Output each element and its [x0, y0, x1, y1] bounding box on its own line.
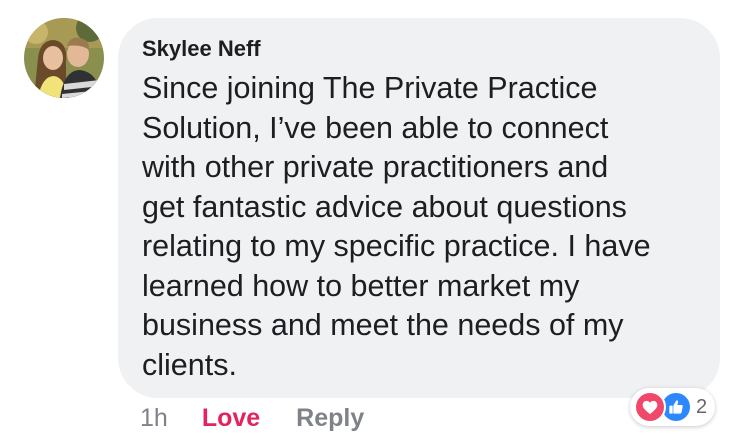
timestamp[interactable]: 1h	[140, 404, 168, 433]
avatar[interactable]	[24, 18, 104, 98]
comment-actions: 1h Love Reply	[140, 400, 364, 436]
reply-button[interactable]: Reply	[296, 404, 364, 433]
love-reaction-button[interactable]: Love	[202, 404, 260, 433]
profile-photo	[24, 18, 104, 98]
comment-text: Since joining The Private Practice Solut…	[142, 71, 651, 382]
comment-author[interactable]: Skylee Neff	[142, 34, 261, 64]
comment-bubble: Skylee Neff Since joining The Private Pr…	[118, 18, 720, 398]
heart-icon	[634, 391, 666, 423]
reaction-count: 2	[696, 395, 708, 418]
reactions-summary[interactable]: 2	[630, 388, 716, 426]
